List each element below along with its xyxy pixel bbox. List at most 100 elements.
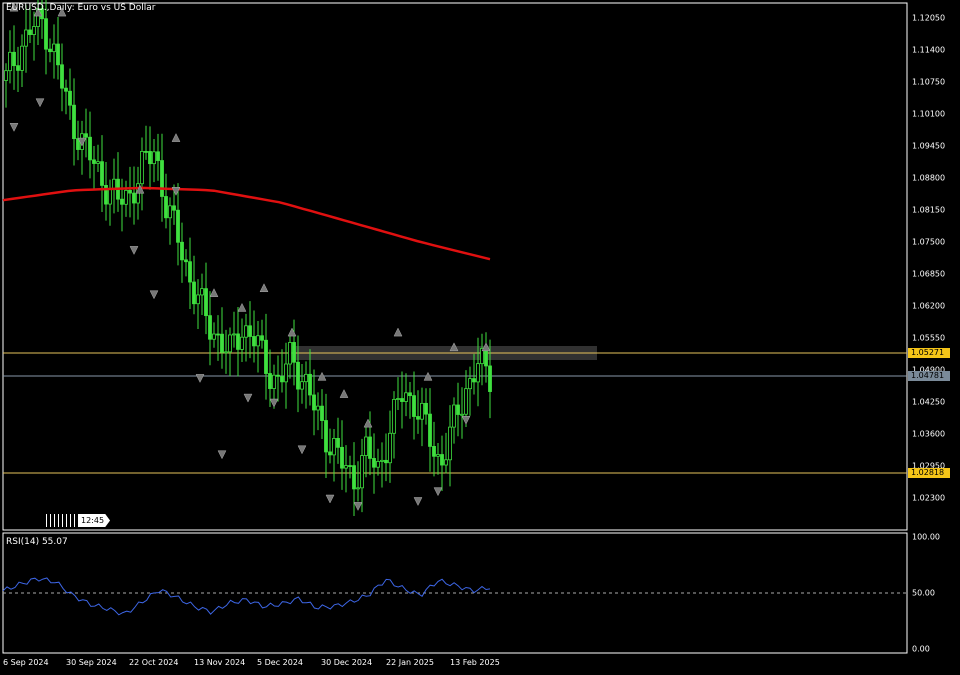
- price-tick-label: 1.08150: [912, 205, 946, 215]
- rsi-tick-label: 100.00: [912, 532, 940, 542]
- candle-body: [180, 241, 184, 261]
- candle-body: [188, 261, 192, 283]
- candle-body: [32, 26, 36, 35]
- rsi-title: RSI(14) 55.07: [6, 537, 68, 547]
- candle-body: [344, 465, 348, 469]
- candle-body: [132, 192, 136, 204]
- candle-body: [12, 51, 16, 67]
- candle-body: [236, 333, 240, 350]
- price-pane-border: [2, 2, 908, 531]
- price-tick-label: 1.11400: [912, 45, 946, 55]
- candle-body: [488, 365, 492, 392]
- price-tick-label: 1.04250: [912, 397, 946, 407]
- fractal-down-arrow: [35, 98, 45, 108]
- date-tick-label: 6 Sep 2024: [3, 658, 49, 667]
- fractal-down-arrow: [325, 494, 335, 504]
- fractal-down-arrow: [243, 393, 253, 403]
- candle-body: [372, 458, 376, 468]
- fractal-up-arrow: [259, 283, 269, 293]
- fractal-up-arrow: [339, 389, 349, 398]
- candle-body: [68, 90, 72, 106]
- moving-average-line: [2, 186, 491, 261]
- candle-body: [152, 151, 156, 165]
- candle-body: [128, 189, 132, 194]
- candle-body: [8, 51, 12, 72]
- price-tick-label: 1.03600: [912, 429, 946, 439]
- fractal-down-arrow: [297, 445, 307, 455]
- chart-canvas[interactable]: [0, 0, 960, 675]
- candle-body: [292, 342, 296, 363]
- candle-body: [148, 151, 152, 165]
- candle-body: [168, 205, 172, 219]
- candle-body: [196, 294, 200, 305]
- candle-body: [268, 373, 272, 389]
- candle-body: [468, 378, 472, 390]
- candle-body: [272, 374, 276, 389]
- candle-body: [452, 404, 456, 428]
- candle-body: [240, 336, 244, 350]
- candle-body: [392, 398, 396, 434]
- current-price-badge: 1.04781: [908, 371, 950, 381]
- candle-body: [416, 416, 420, 420]
- candle-body: [428, 413, 432, 447]
- price-tick-label: 1.08800: [912, 173, 946, 183]
- price-tick-label: 1.12050: [912, 13, 946, 23]
- candle-body: [448, 426, 452, 461]
- candle-body: [424, 402, 428, 415]
- candle-body: [4, 70, 8, 81]
- rsi-line: [2, 577, 491, 616]
- fractal-up-arrow: [237, 302, 247, 312]
- candle-body: [140, 151, 144, 185]
- candle-body: [364, 436, 368, 456]
- fractal-down-arrow: [9, 123, 19, 132]
- candle-body: [400, 398, 404, 402]
- candle-body: [24, 29, 28, 47]
- candle-body: [352, 465, 356, 490]
- fractal-down-arrow: [353, 502, 363, 511]
- fractal-down-arrow: [195, 374, 205, 383]
- candle-body: [256, 335, 260, 347]
- candle-body: [184, 259, 188, 263]
- candle-body: [360, 455, 364, 489]
- candle-body: [120, 198, 124, 205]
- candle-body: [368, 436, 372, 459]
- candle-body: [92, 159, 96, 164]
- price-tick-label: 1.06200: [912, 301, 946, 311]
- price-tick-label: 1.06850: [912, 269, 946, 279]
- bar-timer-progress: [46, 514, 78, 527]
- fractal-down-arrow: [413, 497, 423, 507]
- date-tick-label: 22 Oct 2024: [129, 658, 179, 667]
- candle-body: [280, 375, 284, 383]
- candle-body: [444, 459, 448, 466]
- candle-body: [44, 18, 48, 50]
- candle-body: [436, 454, 440, 457]
- resistance-price-badge: 1.05271: [908, 348, 950, 358]
- candle-body: [376, 461, 380, 468]
- candle-body: [160, 160, 164, 197]
- candle-body: [108, 188, 112, 205]
- candle-body: [440, 454, 444, 466]
- candle-body: [464, 388, 468, 415]
- candle-body: [316, 405, 320, 411]
- candle-body: [144, 151, 148, 153]
- candle-body: [336, 438, 340, 448]
- price-tick-label: 1.07500: [912, 237, 946, 247]
- fractal-down-arrow: [461, 415, 471, 425]
- candle-body: [396, 398, 400, 400]
- candle-body: [16, 65, 20, 71]
- candle-body: [84, 133, 88, 138]
- candle-body: [288, 342, 292, 365]
- chart-window: EURUSD.,Daily: Euro vs US Dollar RSI(14)…: [0, 0, 960, 675]
- rsi-tick-label: 0.00: [912, 644, 930, 654]
- candle-body: [156, 151, 160, 161]
- candle-body: [164, 196, 168, 219]
- candle-body: [100, 161, 104, 186]
- candle-body: [388, 432, 392, 464]
- price-tick-label: 1.10100: [912, 109, 946, 119]
- candle-body: [348, 465, 352, 467]
- candle-body: [472, 378, 476, 383]
- candle-body: [48, 48, 52, 53]
- candle-body: [456, 404, 460, 415]
- candle-body: [52, 43, 56, 53]
- candle-body: [252, 336, 256, 347]
